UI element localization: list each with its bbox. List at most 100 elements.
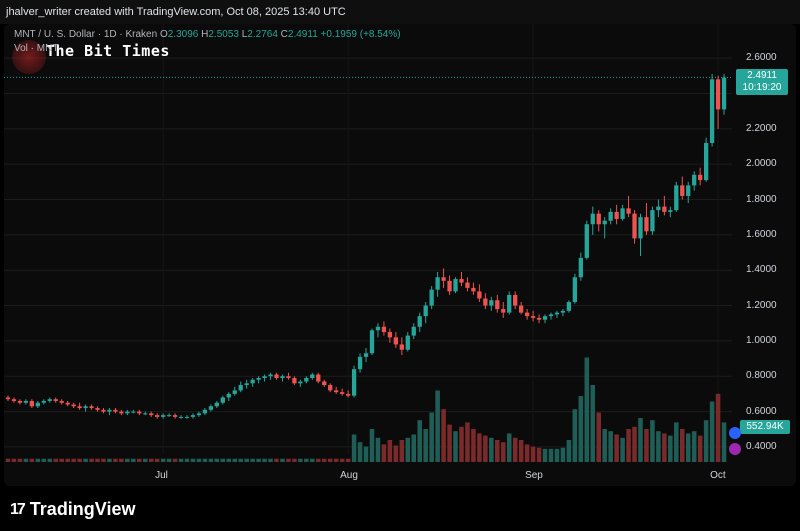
candle-body <box>11 399 17 401</box>
price-tick-label: 1.2000 <box>746 299 777 311</box>
candle-body <box>435 277 440 290</box>
volume-bar <box>524 444 530 462</box>
volume-bar <box>298 458 303 462</box>
candle-body <box>274 374 279 379</box>
volume-bar <box>572 409 578 462</box>
event-icon[interactable] <box>729 443 741 455</box>
candle-body <box>268 374 273 377</box>
chart-panel[interactable]: The Bit Times MNT / U. S. Dollar · 1D · … <box>4 24 796 486</box>
change-value: +0.1959 (+8.54%) <box>320 29 401 40</box>
candle-body <box>662 206 667 212</box>
candle-body <box>322 381 327 386</box>
price-tick-label: 2.2000 <box>746 122 777 134</box>
candle-body <box>548 314 554 317</box>
volume-bar <box>23 458 29 462</box>
candle-body <box>220 397 225 403</box>
volume-bar <box>148 458 154 462</box>
volume-bar <box>17 458 23 462</box>
candle-body <box>441 277 446 281</box>
price-tick-label: 2.6000 <box>746 52 777 64</box>
volume-bar <box>154 458 160 462</box>
volume-bar <box>339 458 345 462</box>
month-tick-label: Aug <box>340 470 358 481</box>
candle-body <box>626 208 631 214</box>
volume-bar <box>674 422 679 462</box>
volume-bar <box>59 458 64 462</box>
candle-body <box>214 402 219 407</box>
volume-bar <box>89 458 94 462</box>
candle-body <box>680 185 685 196</box>
volume-bar <box>316 458 321 462</box>
candle-body <box>483 298 488 306</box>
candle-body <box>375 326 381 331</box>
candle-body <box>178 416 184 418</box>
volume-bar <box>590 385 596 462</box>
candle-body <box>256 378 261 380</box>
candle-body <box>608 211 613 221</box>
volume-bar <box>125 458 130 462</box>
month-tick-label: Oct <box>710 470 726 481</box>
candle-body <box>53 399 58 401</box>
indicator-icon[interactable] <box>729 427 741 439</box>
volume-bar <box>41 458 47 462</box>
candle-body <box>47 399 52 401</box>
candle-body <box>17 400 23 403</box>
ohlc-legend: MNT / U. S. Dollar · 1D · Kraken O2.3096… <box>14 29 401 40</box>
volume-bar <box>506 433 512 462</box>
candle-body <box>513 294 518 306</box>
candle-body <box>703 142 709 181</box>
last-price-value: 2.4911 <box>747 70 777 82</box>
candle-body <box>692 174 697 186</box>
candle-body <box>501 309 506 313</box>
volume-bar <box>310 458 315 462</box>
candle-body <box>280 376 285 379</box>
volume-bar <box>417 420 422 462</box>
volume-bar <box>184 458 190 462</box>
candle-body <box>184 416 190 418</box>
volume-bar <box>435 390 440 462</box>
volume-bar <box>518 440 524 462</box>
candle-body <box>381 326 387 333</box>
volume-bar <box>620 437 625 462</box>
volume-bar <box>512 437 518 462</box>
candle-body <box>507 294 512 313</box>
candlestick-chart[interactable] <box>4 24 796 486</box>
volume-bar <box>584 357 590 462</box>
volume-bar <box>166 458 172 462</box>
volume-bar <box>614 434 619 462</box>
volume-bar <box>11 458 17 462</box>
candle-body <box>656 206 661 211</box>
candle-body <box>572 277 578 303</box>
volume-bar <box>333 458 339 462</box>
candle-body <box>387 332 393 338</box>
candle-body <box>190 415 196 417</box>
volume-bar <box>250 458 255 462</box>
candle-body <box>244 383 249 386</box>
candle-body <box>166 415 172 417</box>
volume-bar <box>500 442 506 462</box>
candle-body <box>286 376 291 379</box>
volume-bar <box>638 418 643 462</box>
candle-body <box>560 310 566 313</box>
candle-body <box>393 337 398 345</box>
candle-body <box>304 378 309 382</box>
volume-bar <box>160 458 166 462</box>
volume-bar <box>238 458 243 462</box>
candle-body <box>465 282 470 288</box>
volume-bar <box>387 440 393 462</box>
volume-bar <box>119 458 124 462</box>
month-tick-label: Jul <box>155 470 168 481</box>
volume-bar <box>53 458 59 462</box>
last-price-tag: 2.4911 10:19:20 <box>736 69 788 96</box>
volume-bar <box>101 458 106 462</box>
volume-bar <box>131 458 136 462</box>
candle-body <box>107 409 112 412</box>
candle-body <box>334 390 339 393</box>
candle-body <box>5 397 11 400</box>
candle-body <box>292 378 297 384</box>
candle-body <box>584 224 589 258</box>
candle-body <box>602 220 607 225</box>
volume-bar <box>477 433 482 462</box>
volume-bar <box>471 429 476 462</box>
volume-bar <box>423 429 428 462</box>
